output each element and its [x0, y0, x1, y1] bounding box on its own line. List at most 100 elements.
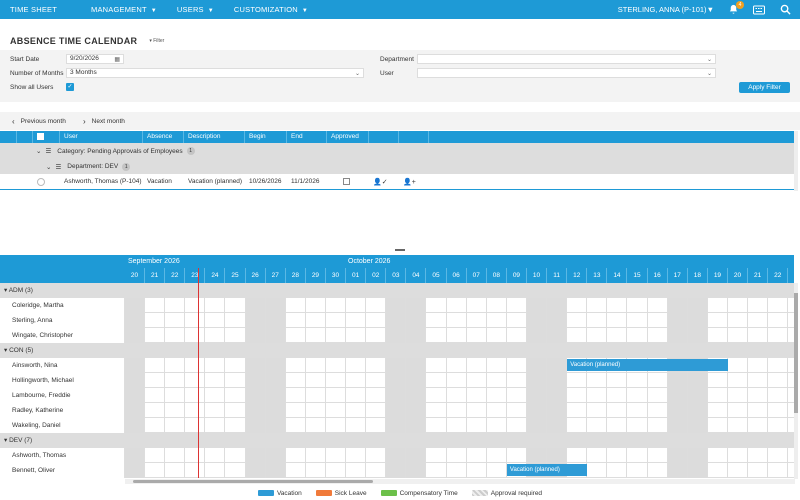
calendar-icon[interactable]: ▦: [114, 56, 120, 64]
day-cell[interactable]: [245, 403, 266, 418]
day-cell[interactable]: [628, 418, 648, 433]
timeline-member-row[interactable]: Ashworth, Thomas: [0, 448, 794, 463]
day-cell[interactable]: [447, 298, 467, 313]
day-cell[interactable]: [427, 463, 447, 478]
day-cell[interactable]: [527, 313, 548, 328]
day-cell[interactable]: [265, 403, 286, 418]
day-cell[interactable]: [145, 373, 166, 388]
day-cell[interactable]: [346, 328, 367, 343]
day-cell[interactable]: [648, 313, 668, 328]
day-cell[interactable]: [386, 463, 407, 478]
day-cell[interactable]: [507, 388, 527, 403]
day-cell[interactable]: [507, 373, 527, 388]
day-cell[interactable]: [326, 373, 347, 388]
day-cell[interactable]: [628, 328, 648, 343]
timeline-member-row[interactable]: Bennett, Oliver Vacation (planned): [0, 463, 794, 478]
day-cell[interactable]: [226, 298, 246, 313]
timeline-member-row[interactable]: Lambourne, Freddie: [0, 388, 794, 403]
day-cell[interactable]: [185, 358, 206, 373]
keyboard-icon[interactable]: [752, 3, 766, 17]
day-cell[interactable]: [467, 313, 487, 328]
day-cell[interactable]: [547, 298, 568, 313]
day-cell[interactable]: [708, 328, 728, 343]
day-cell[interactable]: [226, 403, 246, 418]
user-select[interactable]: ⌄: [417, 68, 716, 78]
day-cell[interactable]: [286, 298, 306, 313]
day-cell[interactable]: [687, 463, 708, 478]
day-cell[interactable]: [386, 358, 407, 373]
day-cell[interactable]: [607, 298, 628, 313]
day-cell[interactable]: [467, 388, 487, 403]
day-cell[interactable]: [125, 448, 146, 463]
day-cell[interactable]: [165, 388, 186, 403]
day-cell[interactable]: [648, 388, 668, 403]
day-cell[interactable]: [628, 313, 648, 328]
timeline-member-row[interactable]: Ainsworth, Nina Vacation (planned): [0, 358, 794, 373]
timeline-member-row[interactable]: Hollingworth, Michael: [0, 373, 794, 388]
day-cell[interactable]: [607, 418, 628, 433]
day-cell[interactable]: [366, 298, 387, 313]
day-cell[interactable]: [366, 313, 387, 328]
day-cell[interactable]: [346, 358, 367, 373]
day-cell[interactable]: [286, 358, 306, 373]
day-cell[interactable]: [245, 388, 266, 403]
day-cell[interactable]: [547, 403, 568, 418]
day-cell[interactable]: [265, 358, 286, 373]
timeline-group-row[interactable]: ▾ DEV (7): [0, 433, 794, 448]
day-cell[interactable]: [628, 388, 648, 403]
next-month-button[interactable]: › Next month: [83, 117, 125, 126]
col-header-user[interactable]: User: [60, 131, 143, 143]
day-cell[interactable]: [527, 388, 548, 403]
apply-filter-button[interactable]: Apply Filter: [739, 82, 790, 93]
day-cell[interactable]: [507, 298, 527, 313]
day-cell[interactable]: [205, 388, 226, 403]
day-cell[interactable]: [145, 298, 166, 313]
day-cell[interactable]: [346, 418, 367, 433]
day-cell[interactable]: [427, 328, 447, 343]
day-cell[interactable]: [748, 418, 769, 433]
day-cell[interactable]: [708, 403, 728, 418]
day-cell[interactable]: [386, 298, 407, 313]
day-cell[interactable]: [708, 373, 728, 388]
day-cell[interactable]: [145, 418, 166, 433]
day-cell[interactable]: [386, 403, 407, 418]
day-cell[interactable]: [628, 403, 648, 418]
day-cell[interactable]: [185, 298, 206, 313]
day-cell[interactable]: [205, 328, 226, 343]
day-cell[interactable]: [306, 328, 326, 343]
day-cell[interactable]: [567, 313, 588, 328]
day-cell[interactable]: [386, 313, 407, 328]
day-cell[interactable]: [406, 298, 427, 313]
day-cell[interactable]: [427, 358, 447, 373]
day-cell[interactable]: [366, 373, 387, 388]
day-cell[interactable]: [728, 358, 749, 373]
day-cell[interactable]: [467, 403, 487, 418]
day-cell[interactable]: [125, 298, 146, 313]
day-cell[interactable]: [607, 328, 628, 343]
chevron-down-icon[interactable]: ⌄: [36, 147, 41, 155]
day-cell[interactable]: [748, 313, 769, 328]
day-cell[interactable]: [607, 313, 628, 328]
day-cell[interactable]: [265, 448, 286, 463]
day-cell[interactable]: [406, 418, 427, 433]
day-cell[interactable]: [185, 403, 206, 418]
day-cell[interactable]: [447, 463, 467, 478]
day-cell[interactable]: [205, 403, 226, 418]
day-cell[interactable]: [245, 358, 266, 373]
day-cell[interactable]: [145, 358, 166, 373]
day-cell[interactable]: [346, 298, 367, 313]
day-cell[interactable]: [587, 463, 608, 478]
day-cell[interactable]: [487, 313, 507, 328]
day-cell[interactable]: [185, 418, 206, 433]
day-cell[interactable]: [487, 403, 507, 418]
day-cell[interactable]: [185, 373, 206, 388]
day-cell[interactable]: [145, 328, 166, 343]
day-cell[interactable]: [165, 313, 186, 328]
day-cell[interactable]: [547, 373, 568, 388]
add-user-icon[interactable]: 👤+: [403, 178, 416, 186]
day-cell[interactable]: [427, 313, 447, 328]
day-cell[interactable]: [547, 328, 568, 343]
day-cell[interactable]: [487, 298, 507, 313]
day-cell[interactable]: [607, 448, 628, 463]
day-cell[interactable]: [125, 358, 146, 373]
